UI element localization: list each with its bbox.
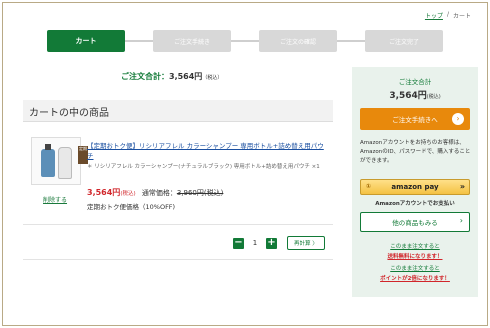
order-total-amount: 3,564円 [169,72,203,81]
price-row: 3,564円(税込) 通常価格：3,960円(税込) [87,187,223,198]
checkout-button-label: ご注文手続きへ [392,116,438,124]
step-order-procedure: ご注文手続き [153,30,231,52]
cart-item: 定期 削除する 【定期おトク便】リシリアフレル カラーシャンプー 専用ボトル+詰… [23,131,333,225]
amazon-pay-button[interactable]: ① amazon pay » [360,179,470,195]
sidebar-total-label: ご注文合計 [398,78,432,86]
regular-price-label: 通常価格： [141,189,177,197]
increase-quantity-button[interactable]: + [266,237,277,249]
sidebar-total-tax: (税込) [426,94,441,100]
free-shipping-promo-line2: 送料無料になります！ [387,254,443,260]
recalculate-button[interactable]: 再計算 〉 [287,236,325,250]
order-total-tax: （税込） [202,75,223,81]
delete-item-link[interactable]: 削除する [43,195,67,204]
sale-price: 3,564円(税込) [87,188,136,197]
shampoo-bottle-image [41,144,55,177]
divider [23,259,333,260]
double-points-promo-line1: このまま注文すると [390,266,440,272]
amazon-pay-logo: amazon pay [391,183,439,191]
step-order-confirm: ご注文の確認 [259,30,337,52]
quantity-stepper: − 1 + 再計算 〉 [233,236,325,250]
view-more-label: 他の商品もみる [392,219,438,227]
breadcrumb-home-link[interactable]: トップ [425,11,443,20]
sale-price-tax: (税込) [120,191,136,197]
double-points-promo[interactable]: このまま注文すると ポイントが2倍になります！ [352,264,478,284]
page-frame: トップ / カート カート ご注文手続き ご注文の確認 ご注文完了 ご注文合計：… [2,2,488,326]
cart-heading: カートの中の商品 [23,100,333,122]
order-sidebar: ご注文合計 3,564円(税込) ご注文手続きへ › Amazonアカウントをお… [352,67,478,297]
step-order-complete: ご注文完了 [365,30,443,52]
regular-price: 3,960円(税込) [176,189,224,197]
free-shipping-promo[interactable]: このまま注文すると 送料無料になります！ [352,242,478,262]
double-points-promo-line2: ポイントが2倍になります！ [380,276,450,282]
checkout-steps: カート ご注文手続き ご注文の確認 ご注文完了 [47,30,457,52]
teiki-discount-note: 定期おトク便価格（10%OFF) [87,203,176,211]
chevron-right-icon: › [459,216,463,225]
sidebar-total-amount: 3,564円 [389,91,427,101]
quantity-value[interactable]: 1 [250,239,260,247]
amazon-pay-info-icon: ① [366,183,372,190]
order-total: ご注文合計：3,564円（税込） [121,71,222,82]
amazon-pay-caption: Amazonアカウントでお支払い [375,201,455,207]
sale-price-value: 3,564円 [87,188,121,197]
step-cart: カート [47,30,125,52]
breadcrumb: トップ / カート [425,11,471,20]
refill-pouch-image [58,147,72,179]
product-image[interactable]: 定期 [31,137,88,185]
product-variant: ＊ リシリアフレル カラーシャンプー(ナチュラルブラック) 専用ボトル+詰め替え… [87,164,320,170]
arrow-right-icon: › [452,113,464,125]
amazon-pay-note: Amazonアカウントをお持ちのお客様は、AmazonのID、パスワードで、購入… [360,140,471,164]
product-name-link[interactable]: 【定期おトク便】リシリアフレル カラーシャンプー 専用ボトル+詰め替え用パウチ [87,141,327,161]
breadcrumb-separator: / [446,11,449,18]
sidebar-total: 3,564円(税込) [352,88,478,101]
checkout-button[interactable]: ご注文手続きへ › [360,108,470,130]
decrease-quantity-button[interactable]: − [233,237,244,249]
order-total-label: ご注文合計： [121,72,169,81]
view-more-products-button[interactable]: 他の商品もみる › [360,212,470,232]
breadcrumb-current: カート [452,13,471,20]
double-chevron-right-icon: » [459,182,465,191]
free-shipping-promo-line1: このまま注文すると [390,244,440,250]
